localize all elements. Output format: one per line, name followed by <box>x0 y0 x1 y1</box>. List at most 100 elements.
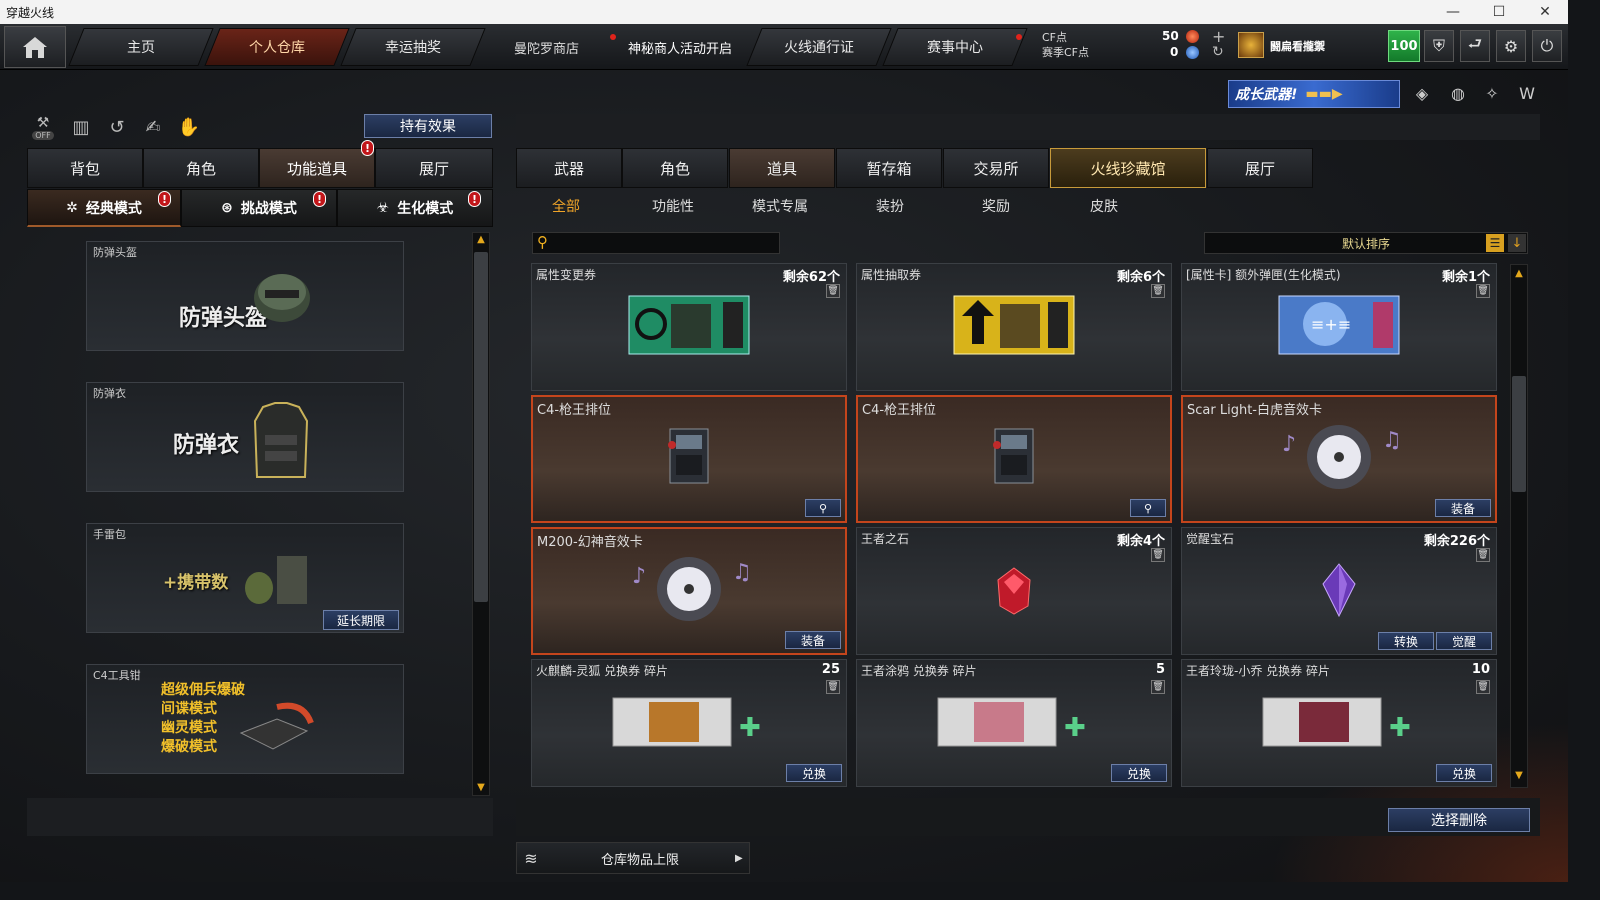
scroll-up-icon[interactable]: ▲ <box>1512 268 1526 279</box>
item-card[interactable]: [属性卡] 额外弹匣(生化模式) 剩余1个 🗑 ≡+≡ <box>1181 263 1497 391</box>
awaken-button[interactable]: 觉醒 <box>1436 632 1492 650</box>
right-tab-weapons[interactable]: 武器 <box>516 148 622 188</box>
sort-dropdown[interactable]: 默认排序 <box>1204 232 1528 254</box>
nav-tab-home[interactable]: 主页 <box>68 28 214 66</box>
convert-button[interactable]: 转换 <box>1378 632 1434 650</box>
item-card[interactable]: 属性变更券 剩余62个 🗑 <box>531 263 847 391</box>
subtab-rewards[interactable]: 奖励 <box>982 196 1010 216</box>
exchange-button[interactable]: 兑换 <box>1111 764 1167 782</box>
username[interactable]: 闘扁看攏禦 <box>1270 38 1325 54</box>
right-tab-characters[interactable]: 角色 <box>622 148 728 188</box>
exchange-button[interactable]: 兑换 <box>1436 764 1492 782</box>
search-box[interactable]: ⚲ <box>532 232 780 254</box>
claw-icon[interactable]: ✧ <box>1480 84 1504 106</box>
right-tab-items[interactable]: 道具 <box>729 148 835 188</box>
warehouse-limit-bar[interactable]: ≋ 仓库物品上限 ▶ <box>516 842 750 874</box>
magnify-icon[interactable]: ⚲ <box>805 499 841 517</box>
globe-icon[interactable]: ◍ <box>1446 84 1470 106</box>
growth-weapon-banner[interactable]: 成长武器! ▬▬▶ <box>1228 80 1400 108</box>
hand-icon[interactable]: ✍ <box>138 112 168 142</box>
left-tab-character[interactable]: 角色 <box>143 148 259 188</box>
select-delete-button[interactable]: 选择删除 <box>1388 808 1530 832</box>
wing-icon[interactable]: W <box>1514 84 1540 106</box>
trash-icon[interactable]: 🗑 <box>1151 548 1165 562</box>
refresh-icon[interactable]: ↻ <box>1212 44 1224 60</box>
item-card[interactable]: Scar Light-白虎音效卡 ♪ ♫ 装备 <box>1181 395 1497 523</box>
item-card-c4-pliers[interactable]: C4工具钳 超级佣兵爆破 间谍模式 幽灵模式 爆破模式 <box>86 664 404 774</box>
extend-button[interactable]: 延长期限 <box>323 610 399 630</box>
exchange-button[interactable]: 兑换 <box>786 764 842 782</box>
right-scrollbar[interactable] <box>1510 264 1528 788</box>
nav-tab-warehouse[interactable]: 个人仓库 <box>204 28 350 66</box>
nav-mandala-shop[interactable]: 曼陀罗商店 <box>514 38 579 57</box>
return-icon[interactable]: ⮐ <box>1460 30 1490 62</box>
item-card[interactable]: M200-幻神音效卡 ♪ ♫ 装备 <box>531 527 847 655</box>
subtab-all[interactable]: 全部 <box>552 196 580 216</box>
left-scroll-thumb[interactable] <box>474 252 488 602</box>
magnify-icon[interactable]: ⚲ <box>1130 499 1166 517</box>
list-view-icon[interactable]: ☰ <box>1486 234 1504 252</box>
right-tab-storage[interactable]: 暂存箱 <box>836 148 942 188</box>
item-card-grenade-pack[interactable]: 手雷包 +携带数 延长期限 <box>86 523 404 633</box>
scroll-down-icon[interactable]: ▼ <box>1512 770 1526 781</box>
item-card[interactable]: 觉醒宝石 剩余226个 🗑 转换 觉醒 <box>1181 527 1497 655</box>
right-tab-showroom[interactable]: 展厅 <box>1207 148 1313 188</box>
maximize-icon[interactable]: ☐ <box>1476 0 1522 24</box>
vest-icon <box>253 402 309 478</box>
item-card[interactable]: 王者涂鸦 兑换券 碎片 5 🗑 ✚ 兑换 <box>856 659 1172 787</box>
trash-icon[interactable]: 🗑 <box>826 284 840 298</box>
trash-icon[interactable]: 🗑 <box>1476 284 1490 298</box>
left-tab-showroom[interactable]: 展厅 <box>375 148 493 188</box>
cf-points-labels: CF点 赛季CF点 <box>1042 30 1089 60</box>
right-tab-collection[interactable]: 火线珍藏馆 <box>1050 148 1206 188</box>
item-card[interactable]: 属性抽取券 剩余6个 🗑 <box>856 263 1172 391</box>
toggle-off-icon[interactable]: ⚒ OFF <box>28 112 58 142</box>
trash-icon[interactable]: 🗑 <box>1476 680 1490 694</box>
search-input[interactable] <box>557 235 777 251</box>
left-tab-functional[interactable]: 功能道具 <box>259 148 375 188</box>
glove-icon[interactable]: ✋ <box>174 112 204 142</box>
challenge-mode-icon: ⊛ <box>221 200 233 216</box>
equip-button[interactable]: 装备 <box>785 631 841 649</box>
trash-icon[interactable]: 🗑 <box>1151 284 1165 298</box>
item-card-helmet[interactable]: 防弹头盔 防弹头盔 <box>86 241 404 351</box>
power-icon[interactable]: ⏻ <box>1532 30 1562 62</box>
held-effects-button[interactable]: 持有效果 <box>364 114 492 138</box>
close-icon[interactable]: ✕ <box>1522 0 1568 24</box>
item-card[interactable]: 王者之石 剩余4个 🗑 <box>856 527 1172 655</box>
scroll-down-icon[interactable]: ▼ <box>474 782 488 793</box>
item-card[interactable]: C4-枪王排位 ⚲ <box>531 395 847 523</box>
subtab-dress[interactable]: 装扮 <box>876 196 904 216</box>
left-tab-backpack[interactable]: 背包 <box>27 148 143 188</box>
subtab-mode-exclusive[interactable]: 模式专属 <box>752 196 808 216</box>
home-button[interactable] <box>4 26 66 68</box>
level-badge[interactable]: 100 <box>1388 30 1420 62</box>
item-card[interactable]: 火麒麟-灵狐 兑换券 碎片 25 🗑 ✚ 兑换 <box>531 659 847 787</box>
sort-direction-icon[interactable]: ↓ <box>1508 234 1526 252</box>
history-icon[interactable]: ↺ <box>102 112 132 142</box>
nav-mystery-merchant[interactable]: 神秘商人活动开启 <box>628 38 732 57</box>
item-card[interactable]: 王者玲珑-小乔 兑换券 碎片 10 🗑 ✚ 兑换 <box>1181 659 1497 787</box>
c4-bomb-icon <box>993 428 1034 484</box>
chart-icon[interactable]: ▥ <box>66 112 96 142</box>
nav-tab-lottery[interactable]: 幸运抽奖 <box>340 28 486 66</box>
scroll-up-icon[interactable]: ▲ <box>474 234 488 245</box>
trash-icon[interactable]: 🗑 <box>1151 680 1165 694</box>
item-card-vest[interactable]: 防弹衣 防弹衣 <box>86 382 404 492</box>
expand-arrow-icon[interactable]: ▶ <box>735 853 749 864</box>
subtab-functional[interactable]: 功能性 <box>652 196 694 216</box>
nav-tab-battlepass[interactable]: 火线通行证 <box>746 28 892 66</box>
minimize-icon[interactable]: — <box>1430 0 1476 24</box>
right-scroll-thumb[interactable] <box>1512 376 1526 492</box>
shield-icon[interactable]: ⛨ <box>1424 30 1454 62</box>
settings-gear-icon[interactable]: ⚙ <box>1496 30 1526 62</box>
item-card[interactable]: C4-枪王排位 ⚲ <box>856 395 1172 523</box>
right-footer-bar <box>516 798 1540 836</box>
trash-icon[interactable]: 🗑 <box>1476 548 1490 562</box>
subtab-skins[interactable]: 皮肤 <box>1090 196 1118 216</box>
equip-button[interactable]: 装备 <box>1435 499 1491 517</box>
badge-v-icon[interactable]: ◈ <box>1410 84 1434 106</box>
right-tab-exchange[interactable]: 交易所 <box>943 148 1049 188</box>
nav-tab-events[interactable]: 赛事中心 <box>882 28 1028 66</box>
trash-icon[interactable]: 🗑 <box>826 680 840 694</box>
